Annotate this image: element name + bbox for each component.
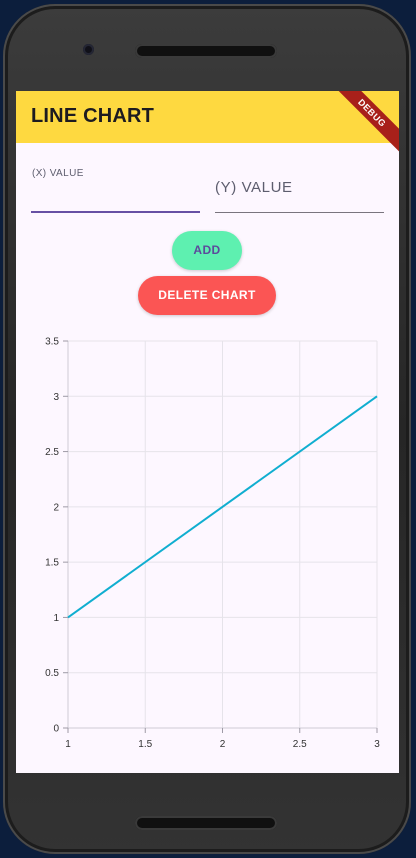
page-title: LINE CHART xyxy=(31,105,155,127)
app-screen: LINE CHART DEBUG (X) VALUE (Y) VALUE ADD… xyxy=(16,91,399,773)
y-tick-label: 2 xyxy=(53,502,59,513)
y-value-field[interactable]: (Y) VALUE xyxy=(215,159,384,213)
y-value-placeholder: (Y) VALUE xyxy=(215,179,293,196)
front-camera xyxy=(83,44,94,55)
y-value-underline xyxy=(215,212,384,213)
app-bar: LINE CHART DEBUG xyxy=(16,91,399,159)
chart-ticks: 0 0.5 1 1.5 2 2.5 3 3.5 1 1.5 2 2.5 3 xyxy=(45,337,380,751)
x-value-field[interactable]: (X) VALUE xyxy=(31,159,200,213)
x-tick-label: 2.5 xyxy=(293,739,307,750)
add-button[interactable]: ADD xyxy=(172,231,242,270)
line-chart: 0 0.5 1 1.5 2 2.5 3 3.5 1 1.5 2 2.5 3 xyxy=(45,337,380,751)
y-tick-label: 0 xyxy=(53,724,59,735)
phone-frame: LINE CHART DEBUG (X) VALUE (Y) VALUE ADD… xyxy=(3,4,411,854)
x-tick-label: 3 xyxy=(374,739,380,750)
y-tick-label: 2.5 xyxy=(45,447,59,458)
chart-grid xyxy=(68,340,378,728)
y-tick-label: 3 xyxy=(53,392,59,403)
x-tick-label: 1.5 xyxy=(138,739,152,750)
y-tick-label: 1 xyxy=(53,613,59,624)
x-tick-label: 1 xyxy=(65,739,71,750)
debug-banner: DEBUG xyxy=(326,91,399,159)
top-speaker xyxy=(135,44,277,58)
bottom-speaker xyxy=(135,816,277,830)
x-value-label: (X) VALUE xyxy=(32,168,84,179)
x-tick-label: 2 xyxy=(220,739,226,750)
y-tick-label: 3.5 xyxy=(45,337,59,348)
y-tick-label: 1.5 xyxy=(45,558,59,569)
delete-chart-button[interactable]: DELETE CHART xyxy=(138,276,276,315)
x-value-underline xyxy=(31,211,200,213)
y-tick-label: 0.5 xyxy=(45,668,59,679)
